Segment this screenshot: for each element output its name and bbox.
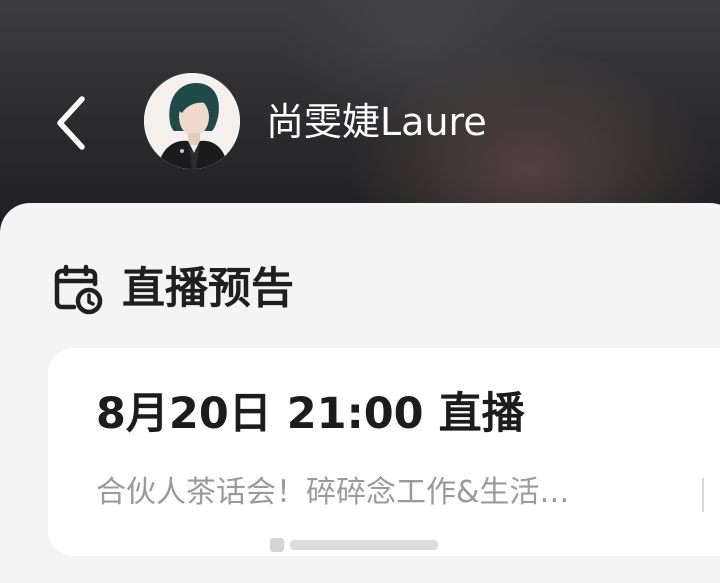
page-title: 尚雯婕Laure xyxy=(266,100,487,144)
live-description: 合伙人茶话会！碎碎念工作&生活… xyxy=(96,475,570,510)
section-title: 直播预告 xyxy=(122,264,294,314)
live-preview-card[interactable] xyxy=(48,348,720,556)
calendar-clock-icon xyxy=(52,263,104,315)
back-button[interactable] xyxy=(44,88,100,158)
avatar[interactable] xyxy=(144,73,240,169)
live-time: 8月20日 21:00 直播 xyxy=(96,389,525,439)
card-divider xyxy=(702,478,704,512)
chevron-left-icon xyxy=(57,96,85,150)
watermark xyxy=(270,534,440,556)
avatar-photo xyxy=(144,73,240,169)
